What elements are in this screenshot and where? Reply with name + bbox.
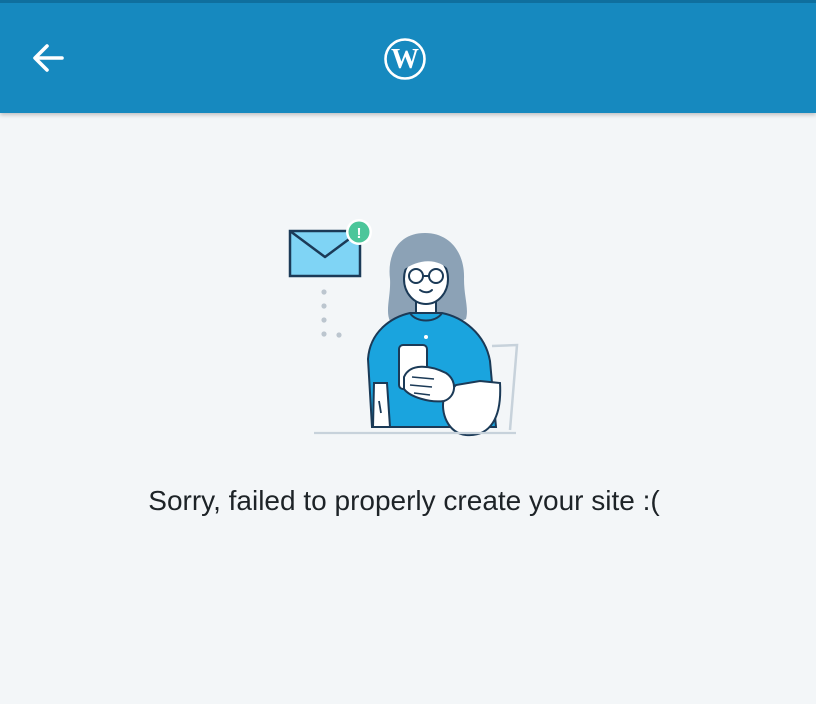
status-bar-edge <box>0 0 816 3</box>
svg-text:W: W <box>391 44 419 75</box>
failed-site-illustration: ! <box>288 219 519 437</box>
arrow-left-icon <box>33 44 64 72</box>
app-bar: W <box>0 0 816 113</box>
error-message: Sorry, failed to properly create your si… <box>148 485 660 516</box>
alert-badge-icon: ! <box>346 219 372 245</box>
main-content: ! Sorry, failed to properly create your … <box>0 113 816 704</box>
dotted-trail <box>321 289 342 338</box>
back-button[interactable] <box>18 28 78 88</box>
svg-text:!: ! <box>357 225 362 242</box>
left-arm <box>371 382 392 428</box>
wordpress-logo-icon: W <box>384 38 426 80</box>
